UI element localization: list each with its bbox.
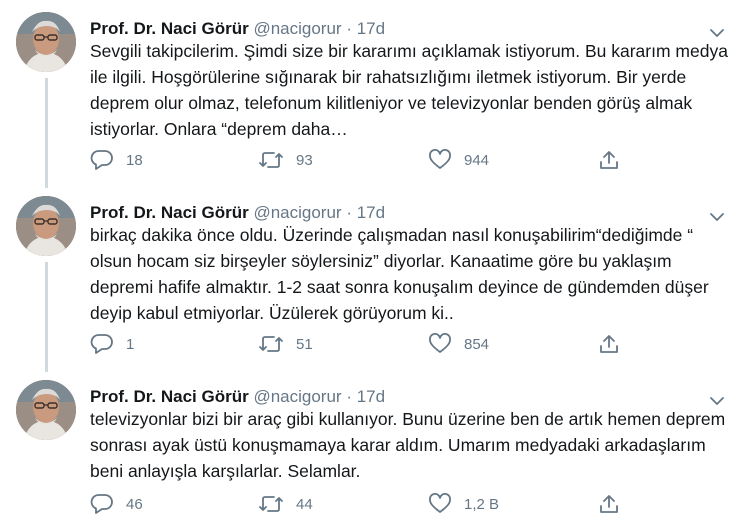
- tweet-actions: 1 51 854: [90, 332, 650, 356]
- reply-count: 18: [126, 151, 143, 169]
- avatar[interactable]: [16, 196, 76, 256]
- tweet-actions: 46 44 1,2 B: [90, 492, 650, 516]
- tweet-thread: Prof. Dr. Naci Görür @nacigorur · 17d Se…: [0, 0, 745, 530]
- separator: ·: [346, 19, 352, 38]
- chevron-down-icon[interactable]: [709, 394, 725, 406]
- retweet-button[interactable]: 44: [258, 492, 313, 516]
- retweet-button[interactable]: 93: [258, 148, 313, 172]
- like-button[interactable]: 1,2 B: [428, 492, 499, 516]
- share-button[interactable]: [598, 492, 620, 516]
- retweet-count: 93: [296, 151, 313, 169]
- separator: ·: [346, 203, 352, 222]
- reply-button[interactable]: 1: [90, 332, 134, 356]
- reply-icon: [90, 493, 114, 515]
- share-button[interactable]: [598, 148, 620, 172]
- share-icon: [598, 333, 620, 355]
- like-count: 1,2 B: [464, 495, 500, 513]
- share-icon: [598, 149, 620, 171]
- tweet-text: birkaç dakika önce oldu. Üzerinde çalışm…: [90, 225, 709, 323]
- like-count: 944: [464, 151, 490, 169]
- tweet-text: televizyonlar bizi bir araç gibi kullanı…: [90, 409, 726, 481]
- tweet-actions: 18 93 944: [90, 148, 650, 172]
- timestamp[interactable]: 17d: [357, 203, 385, 222]
- retweet-icon: [258, 149, 284, 171]
- retweet-button[interactable]: 51: [258, 332, 313, 356]
- reply-button[interactable]: 18: [90, 148, 143, 172]
- timestamp[interactable]: 17d: [357, 387, 385, 406]
- author-name[interactable]: Prof. Dr. Naci Görür: [90, 19, 249, 38]
- chevron-down-icon[interactable]: [709, 26, 725, 38]
- retweet-icon: [258, 493, 284, 515]
- tweet[interactable]: Prof. Dr. Naci Görür @nacigorur · 17d bi…: [0, 196, 745, 366]
- tweet-text: Sevgili takipcilerim. Şimdi size bir kar…: [90, 41, 728, 139]
- chevron-down-icon[interactable]: [709, 210, 725, 222]
- tweet-header: Prof. Dr. Naci Görür @nacigorur · 17d: [90, 386, 685, 408]
- tweet[interactable]: Prof. Dr. Naci Görür @nacigorur · 17d Se…: [0, 12, 745, 182]
- like-count: 854: [464, 335, 490, 353]
- separator: ·: [346, 387, 352, 406]
- like-button[interactable]: 854: [428, 332, 489, 356]
- share-button[interactable]: [598, 332, 620, 356]
- author-handle[interactable]: @nacigorur: [253, 19, 341, 38]
- author-handle[interactable]: @nacigorur: [253, 203, 341, 222]
- heart-icon: [428, 493, 452, 515]
- avatar[interactable]: [16, 12, 76, 72]
- author-name[interactable]: Prof. Dr. Naci Görür: [90, 203, 249, 222]
- heart-icon: [428, 333, 452, 355]
- tweet-header: Prof. Dr. Naci Görür @nacigorur · 17d: [90, 18, 685, 40]
- reply-icon: [90, 333, 114, 355]
- tweet[interactable]: Prof. Dr. Naci Görür @nacigorur · 17d te…: [0, 380, 745, 525]
- reply-count: 46: [126, 495, 143, 513]
- retweet-icon: [258, 333, 284, 355]
- retweet-count: 44: [296, 495, 313, 513]
- like-button[interactable]: 944: [428, 148, 489, 172]
- reply-button[interactable]: 46: [90, 492, 143, 516]
- author-handle[interactable]: @nacigorur: [253, 387, 341, 406]
- reply-count: 1: [126, 335, 135, 353]
- share-icon: [598, 493, 620, 515]
- reply-icon: [90, 149, 114, 171]
- retweet-count: 51: [296, 335, 313, 353]
- avatar[interactable]: [16, 380, 76, 440]
- tweet-header: Prof. Dr. Naci Görür @nacigorur · 17d: [90, 202, 685, 224]
- author-name[interactable]: Prof. Dr. Naci Görür: [90, 387, 249, 406]
- heart-icon: [428, 149, 452, 171]
- timestamp[interactable]: 17d: [357, 19, 385, 38]
